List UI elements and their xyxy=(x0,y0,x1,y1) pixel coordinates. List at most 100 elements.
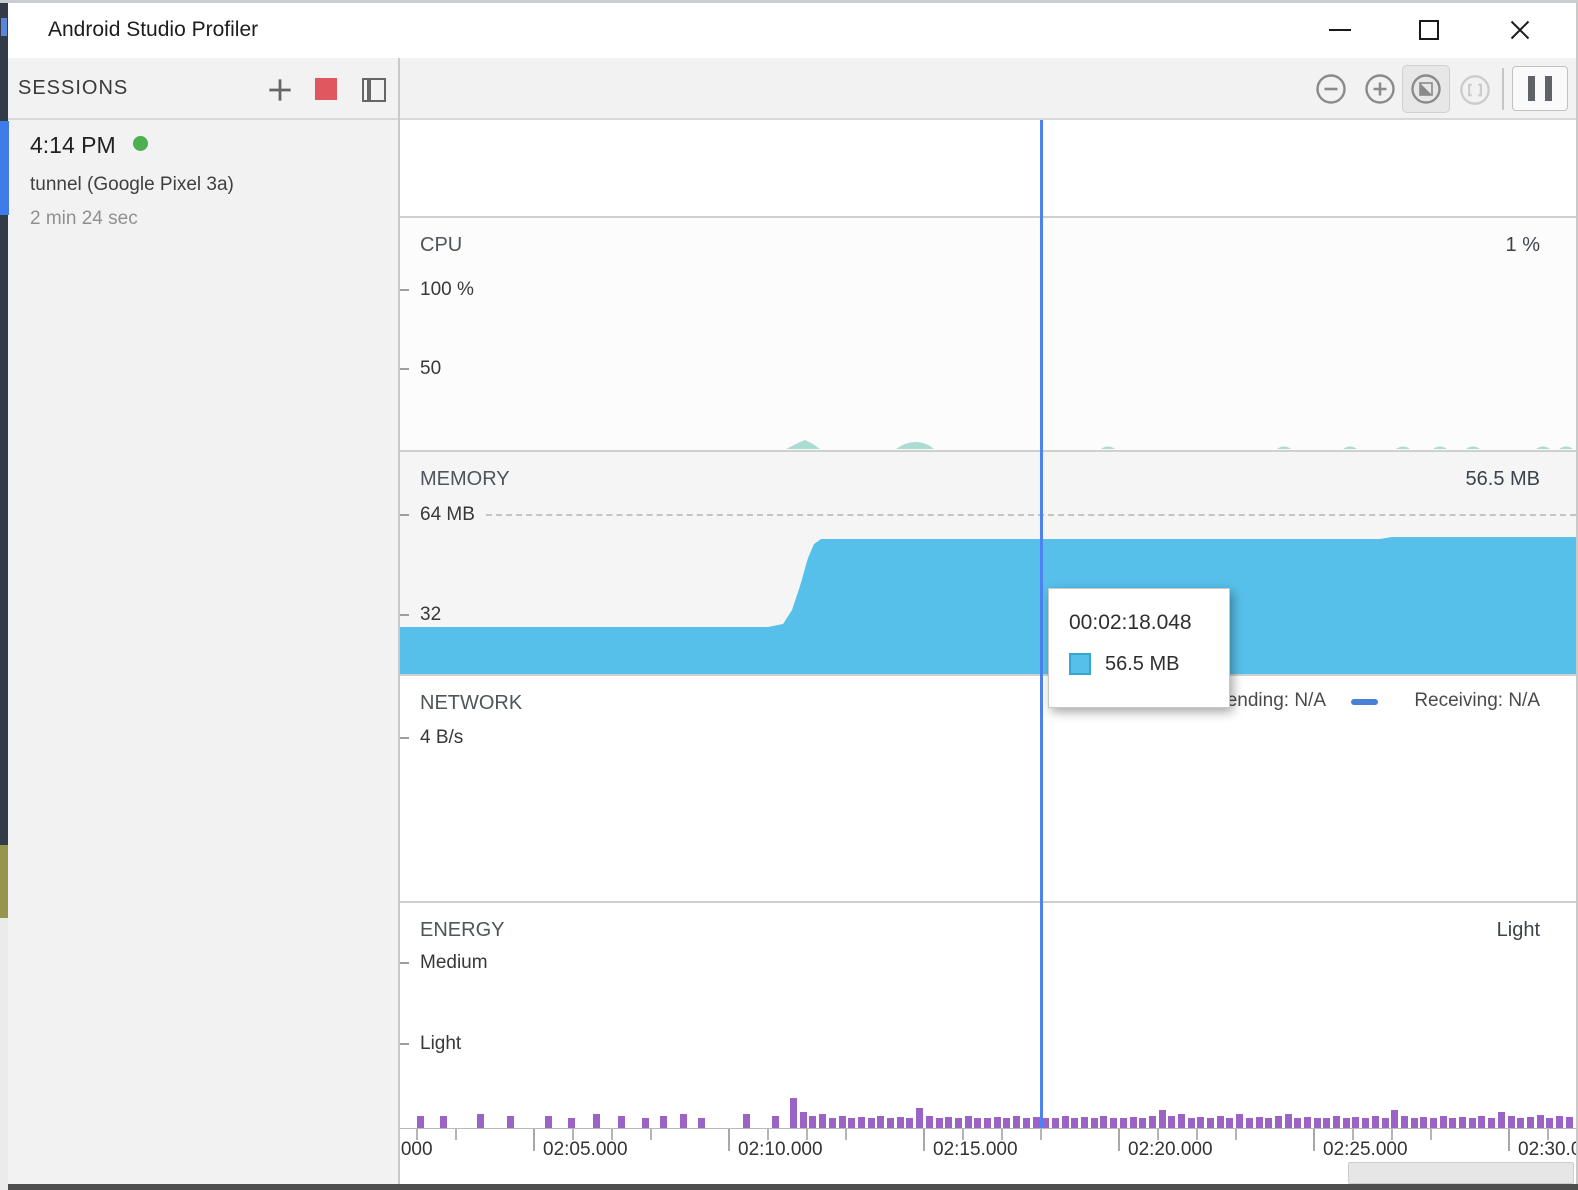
energy-bar xyxy=(1275,1116,1282,1128)
energy-bar xyxy=(1440,1116,1447,1128)
time-axis-label: 02:30.000 xyxy=(1518,1139,1576,1161)
energy-bar xyxy=(1081,1117,1088,1128)
energy-bar xyxy=(1168,1116,1175,1128)
events-strip[interactable] xyxy=(400,120,1576,218)
energy-bar xyxy=(1566,1117,1573,1128)
cpu-current-value: 1 % xyxy=(1506,234,1540,257)
cpu-usage-chart xyxy=(400,218,1576,450)
horizontal-scrollbar-thumb[interactable] xyxy=(1348,1162,1574,1184)
energy-bar xyxy=(868,1118,875,1128)
cpu-section[interactable]: CPU 1 % 100 % 50 xyxy=(400,218,1576,452)
energy-bar xyxy=(568,1118,575,1128)
energy-bar xyxy=(1498,1112,1505,1128)
pause-live-button[interactable] xyxy=(1512,66,1568,111)
energy-bar xyxy=(829,1118,836,1128)
energy-bar xyxy=(1130,1117,1137,1128)
energy-bar xyxy=(809,1116,816,1128)
close-button[interactable] xyxy=(1510,20,1530,40)
energy-section[interactable]: ENERGY Light Medium Light xyxy=(400,903,1576,1128)
time-axis-tick-minor xyxy=(650,1129,652,1140)
energy-bar xyxy=(1546,1118,1553,1128)
energy-bar xyxy=(680,1114,687,1128)
sessions-header: SESSIONS xyxy=(18,77,128,100)
energy-bar xyxy=(1372,1116,1379,1128)
energy-bar xyxy=(877,1116,884,1128)
memory-ytick-32: 32 xyxy=(420,604,441,626)
toolbar-separator xyxy=(1502,68,1504,110)
energy-bar xyxy=(887,1118,894,1128)
energy-bar xyxy=(698,1118,705,1128)
energy-bar xyxy=(916,1108,923,1128)
energy-bar xyxy=(1478,1116,1485,1128)
energy-bar xyxy=(1091,1118,1098,1128)
time-axis-label: 02:15.000 xyxy=(933,1139,1018,1161)
network-legend-receiving: Receiving: N/A xyxy=(1414,690,1540,712)
background-window-sliver-gray xyxy=(0,918,8,1190)
add-session-icon[interactable] xyxy=(264,74,296,106)
energy-bar xyxy=(984,1118,991,1128)
energy-bar xyxy=(1391,1110,1398,1128)
energy-bar xyxy=(926,1116,933,1128)
background-window-sliver-olive xyxy=(0,845,8,918)
time-axis-label: 02:00.000 xyxy=(400,1139,433,1161)
stop-session-button[interactable] xyxy=(315,78,337,100)
memory-max-dashed-line xyxy=(486,514,1576,516)
energy-bar xyxy=(1508,1116,1515,1128)
energy-bar xyxy=(1469,1118,1476,1128)
energy-bar xyxy=(897,1117,904,1128)
cpu-title: CPU xyxy=(420,234,462,257)
energy-bar xyxy=(1003,1118,1010,1128)
session-time: 4:14 PM xyxy=(30,132,116,159)
energy-bar xyxy=(1314,1118,1321,1128)
network-section[interactable]: NETWORK 4 B/s Sending: N/A Receiving: N/… xyxy=(400,676,1576,903)
time-axis-tick-minor xyxy=(845,1129,847,1140)
energy-bar xyxy=(1246,1118,1253,1128)
energy-bar xyxy=(593,1114,600,1128)
energy-bar xyxy=(994,1117,1001,1128)
reset-zoom-icon[interactable] xyxy=(1410,73,1442,105)
energy-bar xyxy=(1304,1117,1311,1128)
energy-bar xyxy=(1052,1118,1059,1128)
time-axis-tick-minor xyxy=(455,1129,457,1140)
energy-bar xyxy=(1110,1118,1117,1128)
memory-title: MEMORY xyxy=(420,468,510,491)
energy-bar xyxy=(1207,1118,1214,1128)
energy-bar xyxy=(1226,1118,1233,1128)
energy-bar xyxy=(1343,1118,1350,1128)
network-ytick-4bs: 4 B/s xyxy=(420,727,463,749)
energy-bar xyxy=(440,1116,447,1128)
session-duration: 2 min 24 sec xyxy=(30,208,138,230)
memory-tick-mark xyxy=(400,514,409,516)
live-session-dot xyxy=(133,136,148,151)
energy-bar xyxy=(417,1116,424,1128)
charts-column: CPU 1 % 100 % 50 MEMORY 56.5 MB 64 MB 32… xyxy=(400,120,1576,1184)
energy-bar xyxy=(945,1117,952,1128)
memory-current-value: 56.5 MB xyxy=(1466,468,1540,491)
energy-bar xyxy=(1401,1116,1408,1128)
maximize-button[interactable] xyxy=(1419,20,1439,40)
session-item[interactable]: 4:14 PM tunnel (Google Pixel 3a) 2 min 2… xyxy=(8,120,398,235)
energy-bar xyxy=(839,1116,846,1128)
minimize-button[interactable] xyxy=(1329,29,1351,31)
zoom-in-icon[interactable] xyxy=(1364,73,1396,105)
frame-selection-icon[interactable] xyxy=(1459,74,1491,106)
energy-bar xyxy=(772,1116,779,1128)
energy-bar xyxy=(1537,1115,1544,1128)
time-axis-tick-major xyxy=(1313,1129,1315,1151)
pause-icon xyxy=(1528,76,1535,101)
energy-bar xyxy=(1527,1117,1534,1128)
playhead-line[interactable] xyxy=(1040,120,1043,1128)
energy-bar xyxy=(1256,1117,1263,1128)
sessions-panel xyxy=(8,120,398,1184)
time-axis-tick-minor xyxy=(1040,1129,1042,1140)
energy-bar xyxy=(545,1116,552,1128)
energy-bar xyxy=(1285,1114,1292,1128)
toggle-panel-icon[interactable] xyxy=(362,78,386,102)
memory-section[interactable]: MEMORY 56.5 MB 64 MB 32 xyxy=(400,452,1576,676)
time-axis-label: 02:05.000 xyxy=(543,1139,628,1161)
energy-bar xyxy=(1071,1118,1078,1128)
zoom-out-icon[interactable] xyxy=(1315,73,1347,105)
energy-bar xyxy=(965,1116,972,1128)
energy-bar xyxy=(1197,1117,1204,1128)
energy-bar xyxy=(1100,1116,1107,1128)
